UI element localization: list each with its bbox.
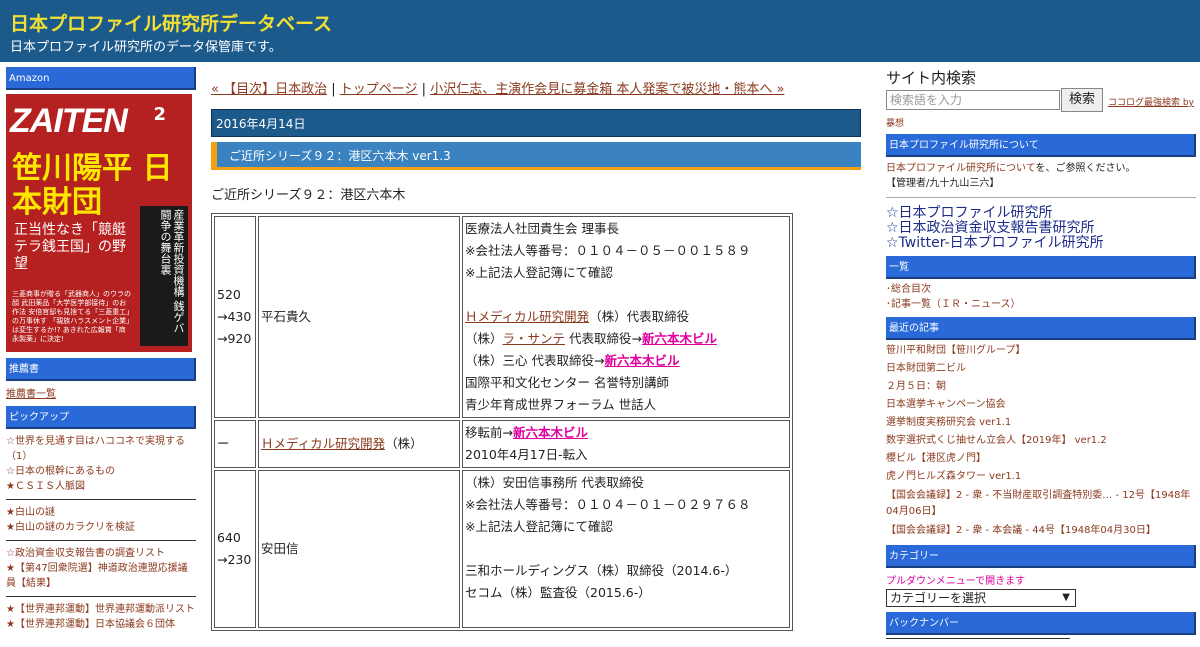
search-form: 検索語を入力 検索 ココログ最強検索 by: [886, 88, 1196, 112]
pickup-item[interactable]: ★ＣＳＩＳ人脈図: [6, 479, 196, 494]
twitter-link[interactable]: ☆Twitter-日本プロファイル研究所: [886, 235, 1104, 251]
category-note: プルダウンメニューで開きます: [886, 576, 1026, 587]
about-text: 日本プロファイル研究所についてを、ご参照ください。 【管理者/九十九山三六】: [886, 163, 1136, 189]
search-provider-link[interactable]: ココログ最強検索 by: [1108, 95, 1194, 108]
list-heading: 一覧: [886, 256, 1196, 279]
name-cell: Ｈメディカル研究開発（株）: [258, 420, 460, 468]
search-button[interactable]: 検索: [1061, 88, 1103, 112]
main-content: « 【目次】日本政治 | トップページ | 小沢仁志、主演作会見に募金箱 本人発…: [211, 80, 861, 631]
entry-intro: ご近所シリーズ９２：港区六本木: [211, 188, 406, 203]
profile-table: 520 →430 →920 平石貴久 医療法人社団貴生会 理事長 ※会社法人等番…: [211, 213, 793, 631]
pickup-heading: ピックアップ: [6, 406, 196, 429]
recent-article[interactable]: 数字選択式くじ抽せん立会人【2019年】 ver1.2: [886, 432, 1196, 450]
pickup-item[interactable]: ☆世界を見通す目はハココネで実現する（1）: [6, 434, 196, 464]
calendar: [886, 638, 1070, 647]
zaiten-book-cover[interactable]: ZAITEN 2 笹川陽平 日本財団 正当性なき「競艇テラ銭王国」の野望 産業革…: [6, 94, 192, 352]
recent-article[interactable]: 【国会会議録】2 - 衆 - 不当財産取引調査特別委… - 12号【1948年0…: [886, 488, 1196, 520]
company-link[interactable]: Ｈメディカル研究開発: [261, 436, 385, 451]
zaiten-vertical: 産業革新投資機構 銭ゲバ闘争の舞台裏: [140, 206, 188, 346]
detail-cell: 医療法人社団貴生会 理事長 ※会社法人等番号：０１０４－０５－００１５８９ ※上…: [462, 216, 790, 418]
table-row: 520 →430 →920 平石貴久 医療法人社団貴生会 理事長 ※会社法人等番…: [214, 216, 790, 418]
zaiten-masthead: ZAITEN: [10, 102, 128, 140]
political-funds-link[interactable]: ☆日本政治資金収支報告書研究所: [886, 220, 1095, 236]
recent-article[interactable]: 日本財団第二ビル: [886, 360, 1196, 378]
recent-article[interactable]: 虎ノ門ヒルズ森タワー ver1.1: [886, 468, 1196, 486]
about-link[interactable]: 日本プロファイル研究所について: [886, 163, 1036, 174]
recent-article[interactable]: 日本選挙キャンペーン協会: [886, 396, 1196, 414]
right-sidebar: サイト内検索 検索語を入力 検索 ココログ最強検索 by 暴想 日本プロファイル…: [886, 67, 1196, 647]
top-page-link[interactable]: トップページ: [340, 82, 418, 97]
recent-article[interactable]: 櫻ビル【港区虎ノ門】: [886, 450, 1196, 468]
search-input[interactable]: 検索語を入力: [886, 90, 1060, 110]
profile-lab-link[interactable]: ☆日本プロファイル研究所: [886, 205, 1053, 221]
backnumber-heading: バックナンバー: [886, 612, 1196, 635]
prev-entry-link[interactable]: « 【目次】日本政治: [211, 82, 327, 97]
divider: [6, 499, 196, 500]
site-description: 日本プロファイル研究所のデータ保管庫です。: [10, 40, 282, 55]
zaiten-issue: 2: [153, 104, 166, 125]
recent-article[interactable]: 【国会会議録】2 - 衆 - 本会議 - 44号【1948年04月30日】: [886, 522, 1196, 540]
company-link[interactable]: Ｈメディカル研究開発: [465, 309, 589, 324]
pickup-item[interactable]: ★白山の謎のカラクリを検証: [6, 520, 196, 535]
category-select[interactable]: カテゴリーを選択 ▼: [886, 589, 1076, 607]
search-author[interactable]: 暴想: [886, 116, 1196, 129]
next-entry-link[interactable]: 小沢仁志、主演作会見に募金箱 本人発案で被災地・熊本へ »: [430, 82, 784, 97]
entry-nav: « 【目次】日本政治 | トップページ | 小沢仁志、主演作会見に募金箱 本人発…: [211, 80, 861, 100]
code-cell: ー: [214, 420, 256, 468]
pickup-item[interactable]: ☆政治資金収支報告書の調査リスト: [6, 546, 196, 561]
detail-cell: （株）安田信事務所 代表取締役 ※会社法人等番号：０１０４－０１－０２９７６８ …: [462, 470, 790, 628]
pickup-item[interactable]: ★【第47回衆院選】神道政治連盟応援議員【結果】: [6, 561, 196, 591]
divider: [6, 596, 196, 597]
nav-separator: |: [331, 82, 336, 97]
divider: [6, 540, 196, 541]
category-heading: カテゴリー: [886, 545, 1196, 568]
zaiten-subhead: 正当性なき「競艇テラ銭王国」の野望: [14, 222, 126, 272]
company-link[interactable]: ラ・サンテ: [503, 331, 566, 346]
zaiten-foot: 三菱商事が贈る「武器商人」のウラの顔 武田薬品「大学医学部接待」のお作法 安倍官…: [12, 290, 131, 343]
search-title: サイト内検索: [886, 69, 977, 87]
building-link[interactable]: 新六本木ビル: [642, 331, 717, 346]
left-sidebar: Amazon ZAITEN 2 笹川陽平 日本財団 正当性なき「競艇テラ銭王国」…: [6, 67, 196, 632]
recent-article[interactable]: ２月５日：朝: [886, 378, 1196, 396]
site-header: 日本プロファイル研究所データベース 日本プロファイル研究所のデータ保管庫です。: [0, 0, 1200, 62]
about-heading: 日本プロファイル研究所について: [886, 134, 1196, 157]
toc-link[interactable]: ･総合目次: [886, 284, 931, 295]
entry-date: 2016年4月14日: [211, 109, 861, 137]
pickup-item[interactable]: ☆日本の根幹にあるもの: [6, 464, 196, 479]
recent-article[interactable]: 選挙制度実務研究会 ver1.1: [886, 414, 1196, 432]
building-link[interactable]: 新六本木ビル: [513, 425, 588, 440]
pickup-item[interactable]: ★白山の謎: [6, 505, 196, 520]
site-title[interactable]: 日本プロファイル研究所データベース: [10, 9, 332, 36]
table-row: ー Ｈメディカル研究開発（株） 移転前→新六本木ビル 2010年4月17日-転入: [214, 420, 790, 468]
detail-cell: 移転前→新六本木ビル 2010年4月17日-転入: [462, 420, 790, 468]
recommend-list-link[interactable]: 推薦書一覧: [6, 389, 56, 400]
article-list-link[interactable]: ･記事一覧（ＩＲ・ニュース）: [886, 299, 1021, 310]
code-cell: 640 →230: [214, 470, 256, 628]
code-cell: 520 →430 →920: [214, 216, 256, 418]
table-row: 640 →230 安田信 （株）安田信事務所 代表取締役 ※会社法人等番号：０１…: [214, 470, 790, 628]
big-links: ☆日本プロファイル研究所 ☆日本政治資金収支報告書研究所 ☆Twitter-日本…: [886, 206, 1196, 251]
pickup-item[interactable]: ★【世界連邦運動】世界連邦運動派リスト: [6, 602, 196, 617]
recent-heading: 最近の記事: [886, 317, 1196, 340]
name-cell: 安田信: [258, 470, 460, 628]
name-cell: 平石貴久: [258, 216, 460, 418]
recommend-heading: 推薦書: [6, 358, 196, 381]
entry-title[interactable]: ご近所シリーズ９２：港区六本木 ver1.3: [211, 142, 861, 170]
nav-separator: |: [421, 82, 427, 97]
building-link[interactable]: 新六本木ビル: [604, 353, 679, 368]
chevron-down-icon: ▼: [1062, 592, 1070, 603]
amazon-heading: Amazon: [6, 67, 196, 90]
recent-article[interactable]: 笹川平和財団【笹川グループ】: [886, 342, 1196, 360]
